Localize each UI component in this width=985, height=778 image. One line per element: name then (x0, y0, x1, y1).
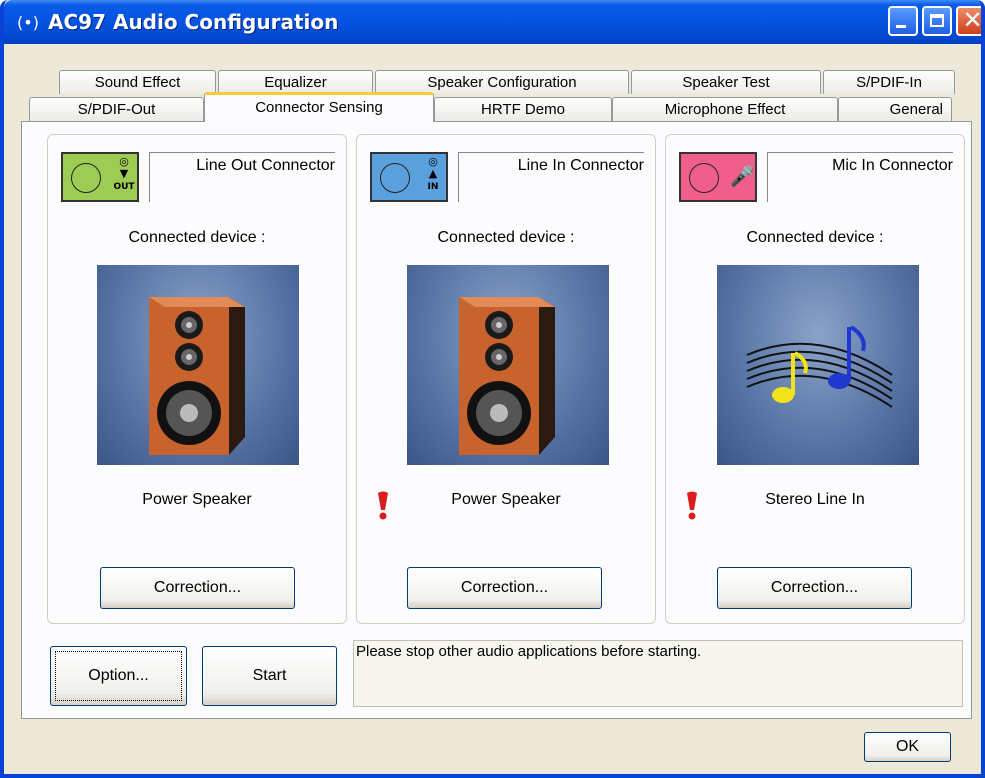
music-notes-image (717, 265, 919, 465)
device-name: Power Speaker (142, 491, 252, 508)
tab-equalizer[interactable]: Equalizer (218, 70, 373, 94)
close-button[interactable]: ✕ (956, 6, 983, 36)
app-window: (•) AC97 Audio Configuration ✕ Sound Eff… (0, 0, 985, 778)
speaker-image (407, 265, 609, 465)
device-name: Power Speaker (451, 491, 561, 508)
connected-device-label: Connected device : (746, 229, 884, 246)
tab-connector-sensing[interactable]: Connector Sensing (204, 92, 434, 122)
tab-spdif-out[interactable]: S/PDIF-Out (29, 97, 204, 121)
mic-in-jack: 🎤 (679, 152, 757, 202)
tab-sound-effect[interactable]: Sound Effect (59, 70, 216, 94)
correction-button-line-out[interactable]: Correction... (100, 567, 295, 609)
jack-symbol-label: IN (427, 182, 439, 192)
tab-general[interactable]: General (838, 97, 952, 121)
title-bar[interactable]: (•) AC97 Audio Configuration ✕ (4, 0, 983, 44)
speaker-image (97, 265, 299, 465)
jack-ring (689, 163, 719, 193)
status-message-box: Please stop other audio applications bef… (353, 640, 963, 707)
close-icon: ✕ (962, 6, 983, 34)
connected-device-label: Connected device : (437, 229, 575, 246)
status-message: Please stop other audio applications bef… (356, 643, 702, 660)
tab-speaker-test[interactable]: Speaker Test (631, 70, 821, 94)
option-button[interactable]: Option... (50, 646, 187, 706)
tab-microphone-effect[interactable]: Microphone Effect (612, 97, 838, 121)
line-out-group: ◎ ▼ OUT Line Out Connector Connected devic… (47, 134, 347, 624)
microphone-icon: 🎤 (729, 164, 755, 188)
audio-app-icon: (•) (17, 13, 39, 32)
jack-symbol-label: OUT (113, 182, 135, 192)
line-out-jack: ◎ ▼ OUT (61, 152, 139, 202)
tab-spdif-in[interactable]: S/PDIF-In (823, 70, 955, 94)
window-title: AC97 Audio Configuration (48, 10, 339, 34)
mic-in-group: 🎤 Mic In Connector Connected device : St… (665, 134, 965, 624)
maximize-button[interactable] (922, 6, 952, 36)
speaker-in-icon: ◎ ▲ IN (427, 155, 439, 193)
line-in-group: ◎ ▲ IN Line In Connector Connected device … (356, 134, 656, 624)
connected-device-label: Connected device : (128, 229, 266, 246)
jack-ring (380, 163, 410, 193)
correction-button-line-in[interactable]: Correction... (407, 567, 602, 609)
minimize-button[interactable] (888, 6, 918, 36)
connector-name: Line Out Connector (196, 157, 335, 174)
start-button[interactable]: Start (202, 646, 337, 706)
connector-name: Line In Connector (517, 157, 644, 174)
connector-name: Mic In Connector (832, 157, 953, 174)
line-in-jack: ◎ ▲ IN (370, 152, 448, 202)
tab-hrtf-demo[interactable]: HRTF Demo (434, 97, 612, 121)
speaker-out-icon: ◎ ▼ OUT (113, 155, 135, 193)
device-name: Stereo Line In (765, 491, 865, 508)
jack-ring (71, 163, 101, 193)
tab-speaker-configuration[interactable]: Speaker Configuration (375, 70, 629, 94)
correction-button-mic-in[interactable]: Correction... (717, 567, 912, 609)
ok-button[interactable]: OK (864, 732, 951, 762)
